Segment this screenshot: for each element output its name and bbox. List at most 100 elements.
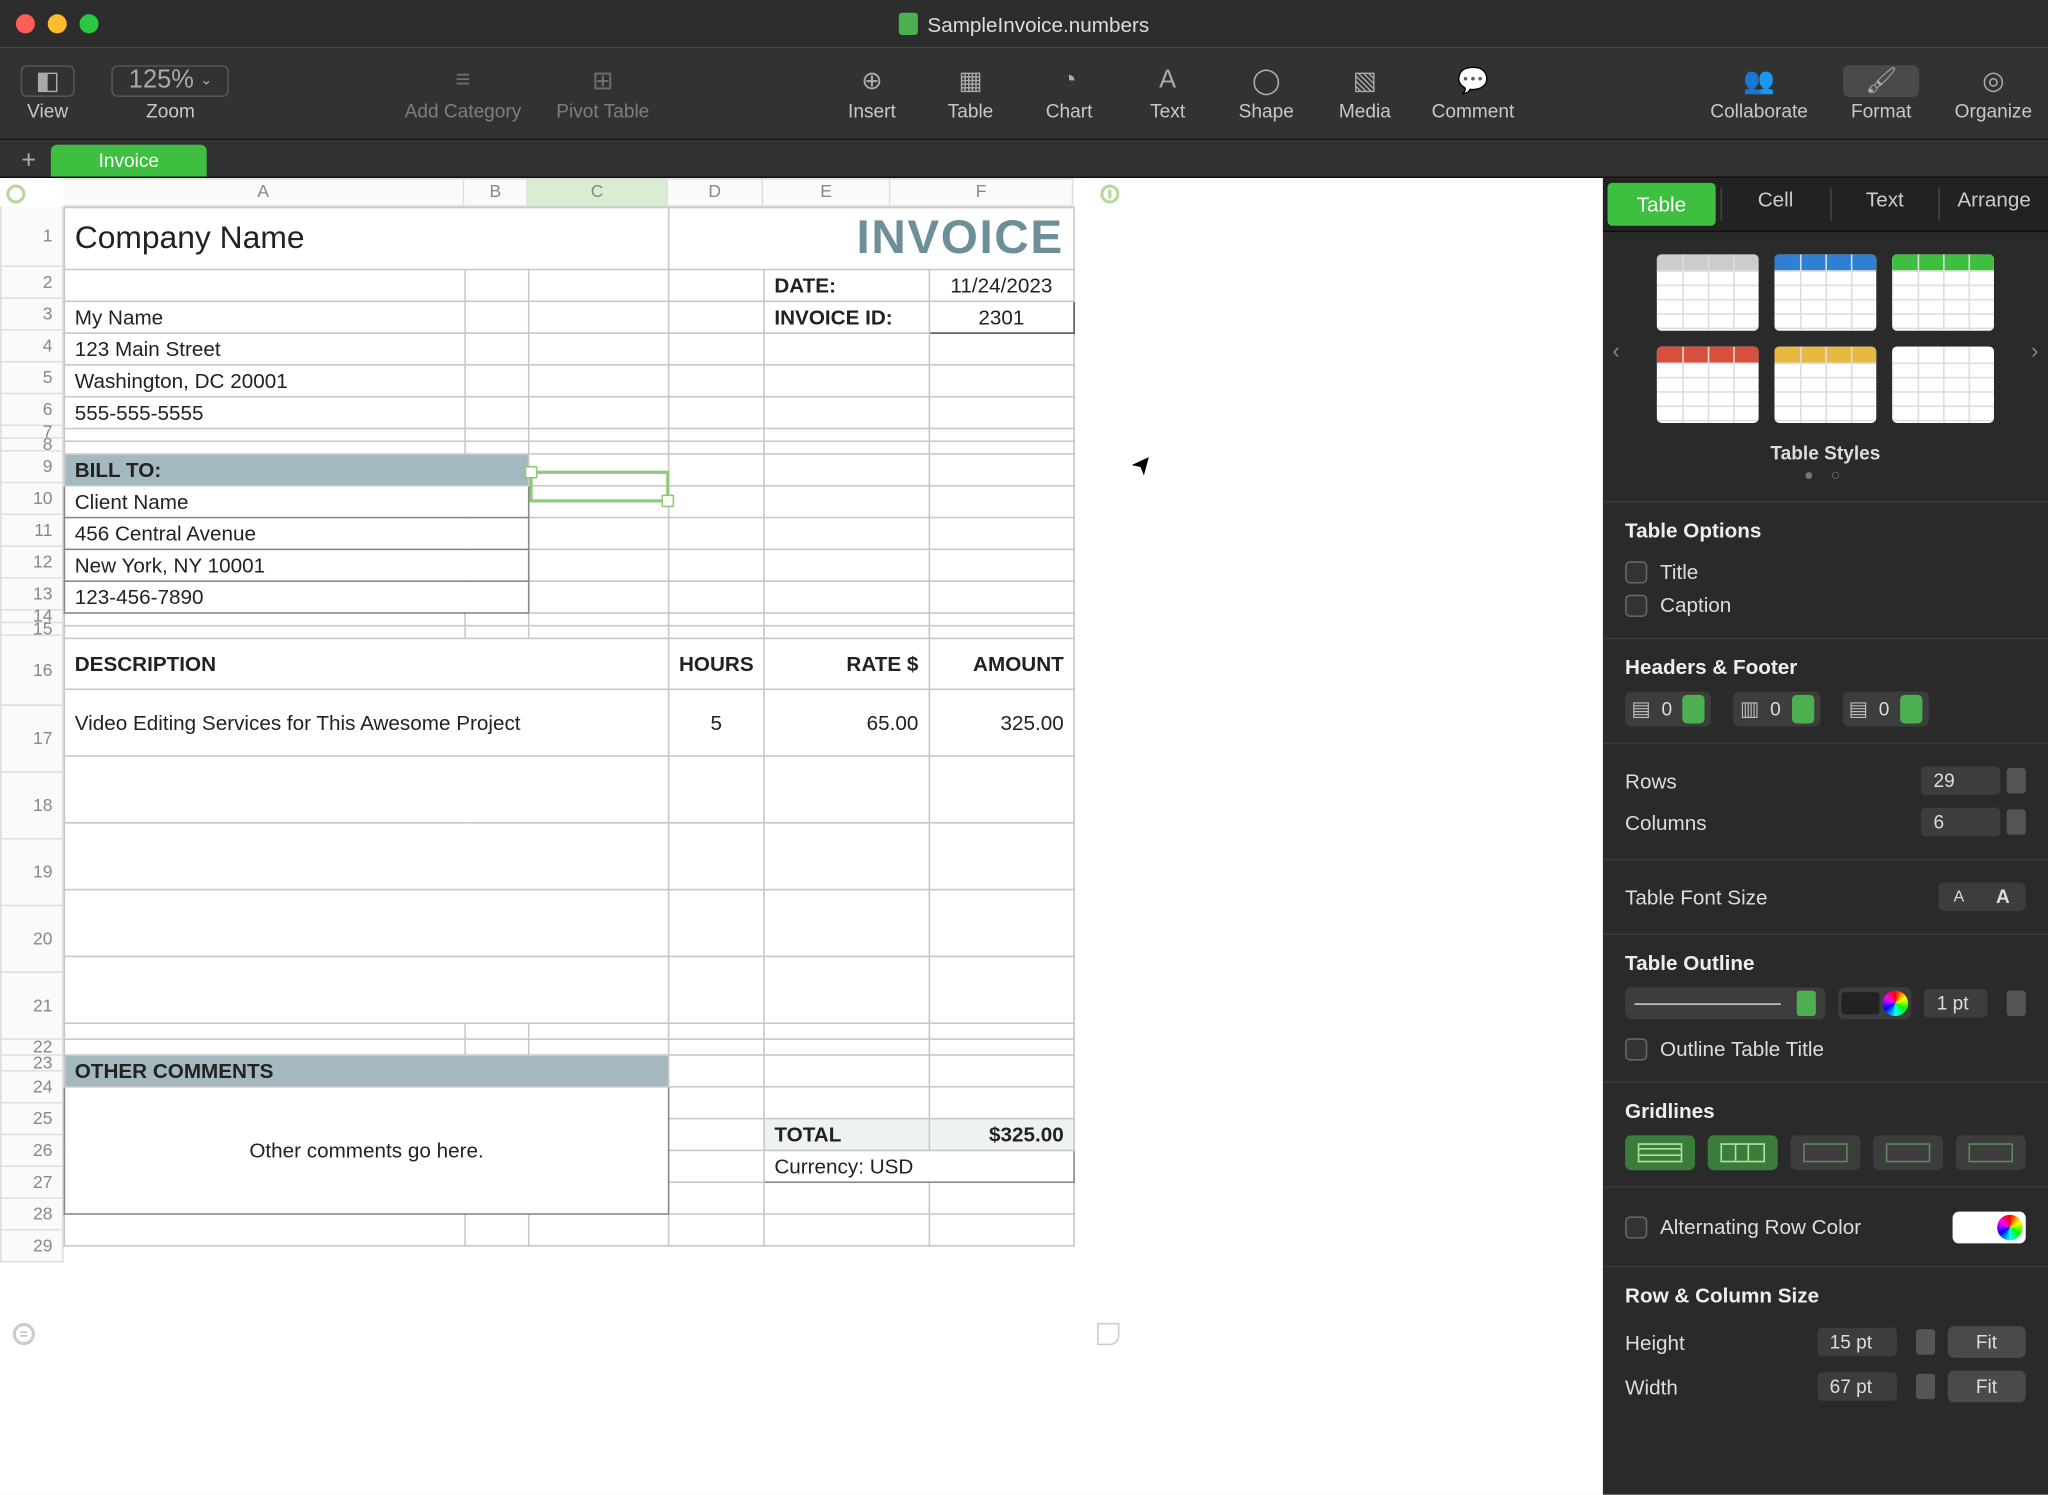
- insert-button[interactable]: ⊕Insert: [840, 64, 904, 121]
- formula-handle[interactable]: [13, 1323, 35, 1345]
- table-style-thumb[interactable]: [1775, 254, 1877, 330]
- view-button[interactable]: ◧ View: [16, 64, 80, 121]
- row-header[interactable]: 24: [0, 1072, 64, 1104]
- gridline-footer[interactable]: [1956, 1135, 2026, 1170]
- font-size-larger[interactable]: A: [1980, 882, 2026, 911]
- collaborate-button[interactable]: 👥Collaborate: [1710, 64, 1808, 121]
- bill-to-line[interactable]: 123-456-7890: [64, 581, 528, 613]
- row-header[interactable]: 11: [0, 515, 64, 547]
- from-line[interactable]: 123 Main Street: [64, 333, 465, 365]
- table-style-thumb[interactable]: [1657, 347, 1759, 423]
- row-header[interactable]: 13: [0, 579, 64, 611]
- column-header[interactable]: D: [668, 178, 763, 207]
- width-value[interactable]: 67 pt: [1817, 1372, 1897, 1401]
- table-style-thumb[interactable]: [1657, 254, 1759, 330]
- outline-width[interactable]: 1 pt: [1924, 989, 1988, 1018]
- sheet-tab-invoice[interactable]: Invoice: [51, 145, 207, 177]
- fullscreen-window[interactable]: [80, 14, 99, 33]
- font-size-smaller[interactable]: A: [1938, 882, 1980, 911]
- outline-style[interactable]: [1625, 987, 1825, 1019]
- gridline-header-h[interactable]: [1790, 1135, 1860, 1170]
- gridline-horiz[interactable]: [1625, 1135, 1695, 1170]
- row-header[interactable]: 5: [0, 363, 64, 395]
- shape-button[interactable]: ◯Shape: [1234, 64, 1298, 121]
- footer-rows-stepper[interactable]: ▤0: [1842, 692, 1928, 727]
- row-header[interactable]: 2: [0, 267, 64, 299]
- row-header[interactable]: 4: [0, 331, 64, 363]
- row-header[interactable]: 9: [0, 452, 64, 484]
- line-hours[interactable]: 5: [669, 689, 764, 756]
- checkbox-icon[interactable]: [1625, 594, 1647, 616]
- gridline-header-v[interactable]: [1873, 1135, 1943, 1170]
- minimize-window[interactable]: [48, 14, 67, 33]
- column-header[interactable]: C: [528, 178, 668, 207]
- width-stepper[interactable]: [1915, 1374, 1934, 1399]
- comment-button[interactable]: 💬Comment: [1432, 64, 1515, 121]
- checkbox-icon[interactable]: [1625, 1216, 1647, 1238]
- table-style-thumb[interactable]: [1892, 254, 1994, 330]
- height-value[interactable]: 15 pt: [1817, 1328, 1897, 1357]
- option-alt-row-color[interactable]: Alternating Row Color: [1625, 1210, 1861, 1243]
- row-header[interactable]: 19: [0, 840, 64, 907]
- row-header[interactable]: 18: [0, 773, 64, 840]
- row-header[interactable]: 3: [0, 299, 64, 331]
- add-category-button[interactable]: ≡Add Category: [405, 64, 522, 121]
- row-header[interactable]: 28: [0, 1199, 64, 1231]
- row-header[interactable]: 25: [0, 1104, 64, 1136]
- height-stepper[interactable]: [1915, 1329, 1934, 1354]
- row-header[interactable]: 7: [0, 426, 64, 439]
- width-fit[interactable]: Fit: [1947, 1371, 2025, 1403]
- spreadsheet-canvas[interactable]: ABCDEF 123456789101112131415161718192021…: [0, 178, 1603, 1495]
- add-sheet-button[interactable]: +: [13, 148, 45, 177]
- row-header[interactable]: 26: [0, 1135, 64, 1167]
- checkbox-icon[interactable]: [1625, 560, 1647, 582]
- checkbox-icon[interactable]: [1625, 1038, 1647, 1060]
- organize-button[interactable]: ◎Organize: [1955, 64, 2032, 121]
- style-page-dots[interactable]: ● ○: [1603, 467, 2048, 484]
- rows-value[interactable]: 29: [1921, 766, 2001, 795]
- zoom-button[interactable]: 125%⌄ Zoom: [111, 64, 229, 121]
- row-header[interactable]: 29: [0, 1231, 64, 1263]
- tab-arrange[interactable]: Arrange: [1940, 178, 2048, 230]
- line-desc[interactable]: Video Editing Services for This Awesome …: [64, 689, 668, 756]
- invoice-table[interactable]: Company Name INVOICE DATE: 11/24/2023 My…: [64, 207, 1075, 1247]
- row-header[interactable]: 6: [0, 394, 64, 426]
- row-header[interactable]: 1: [0, 207, 64, 267]
- row-header[interactable]: 17: [0, 706, 64, 773]
- row-header[interactable]: 8: [0, 439, 64, 452]
- other-comments[interactable]: Other comments go here.: [64, 1087, 668, 1214]
- row-header[interactable]: 27: [0, 1167, 64, 1199]
- from-line[interactable]: Washington, DC 20001: [64, 365, 465, 397]
- format-button[interactable]: 🖌Format: [1843, 64, 1920, 121]
- column-header[interactable]: F: [890, 178, 1073, 207]
- option-title[interactable]: Title: [1625, 555, 2026, 588]
- tab-cell[interactable]: Cell: [1722, 178, 1830, 230]
- company-name[interactable]: Company Name: [64, 208, 668, 270]
- alt-row-color-swatch[interactable]: [1953, 1211, 2026, 1243]
- option-caption[interactable]: Caption: [1625, 588, 2026, 621]
- table-button[interactable]: ▦Table: [939, 64, 1003, 121]
- bill-to-line[interactable]: Client Name: [64, 486, 528, 518]
- line-amount[interactable]: 325.00: [929, 689, 1074, 756]
- from-line[interactable]: My Name: [64, 301, 465, 333]
- cols-value[interactable]: 6: [1921, 808, 2001, 837]
- row-header[interactable]: 12: [0, 547, 64, 579]
- column-header[interactable]: A: [64, 178, 465, 207]
- row-header[interactable]: 14: [0, 611, 64, 624]
- option-outline-title[interactable]: Outline Table Title: [1625, 1032, 2026, 1065]
- bill-to-line[interactable]: 456 Central Avenue: [64, 518, 528, 550]
- table-style-thumb[interactable]: [1775, 347, 1877, 423]
- height-fit[interactable]: Fit: [1947, 1326, 2025, 1358]
- from-line[interactable]: 555-555-5555: [64, 397, 465, 429]
- column-header[interactable]: E: [763, 178, 890, 207]
- date-value[interactable]: 11/24/2023: [929, 270, 1074, 302]
- table-style-thumb[interactable]: [1892, 347, 1994, 423]
- line-rate[interactable]: 65.00: [764, 689, 929, 756]
- close-window[interactable]: [16, 14, 35, 33]
- outline-color[interactable]: [1838, 987, 1911, 1019]
- bill-to-line[interactable]: New York, NY 10001: [64, 549, 528, 581]
- header-cols-stepper[interactable]: ▥0: [1734, 692, 1820, 727]
- media-button[interactable]: ▧Media: [1333, 64, 1397, 121]
- row-header[interactable]: 20: [0, 906, 64, 973]
- row-header[interactable]: 15: [0, 623, 64, 636]
